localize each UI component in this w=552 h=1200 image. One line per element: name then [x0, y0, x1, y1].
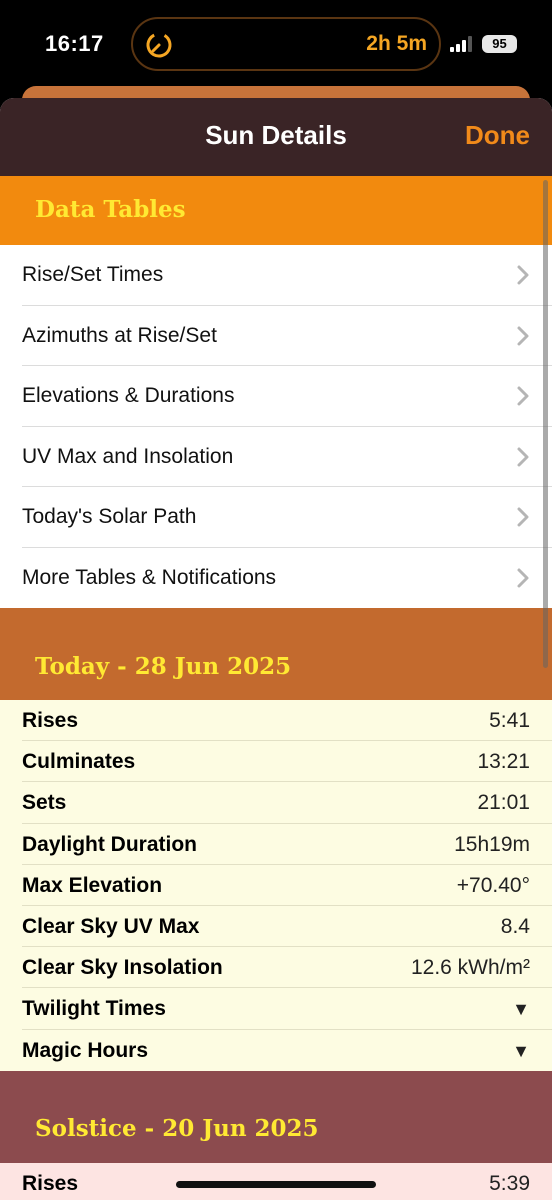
data-key: Daylight Duration: [22, 832, 198, 856]
data-value: 12.6 kWh/m²: [410, 956, 530, 980]
status-time: 16:17: [45, 31, 104, 56]
data-value: +70.40°: [456, 873, 530, 897]
row-rise-set-times[interactable]: Rise/Set Times: [0, 245, 552, 306]
done-button[interactable]: Done: [465, 120, 530, 151]
expand-triangle-icon: ▼: [512, 1040, 530, 1061]
data-row-magic-hours[interactable]: Magic Hours ▼: [0, 1030, 552, 1071]
home-indicator[interactable]: [176, 1181, 376, 1188]
data-row-sets: Sets 21:01: [0, 782, 552, 824]
data-value: 8.4: [500, 914, 530, 938]
chevron-right-icon: [517, 386, 529, 406]
row-elevations-durations[interactable]: Elevations & Durations: [0, 366, 552, 427]
battery-level: 95: [492, 36, 507, 51]
timer-remaining: 2h 5m: [366, 32, 427, 55]
dynamic-island-timer[interactable]: 2h 5m: [131, 17, 441, 71]
data-row-daylight-duration: Daylight Duration 15h19m: [0, 824, 552, 865]
chevron-right-icon: [517, 447, 529, 466]
data-value: 5:39: [489, 1171, 530, 1195]
row-label: Rise/Set Times: [22, 263, 164, 286]
data-key: Max Elevation: [22, 873, 163, 897]
row-label: UV Max and Insolation: [22, 444, 234, 468]
data-row-insolation: Clear Sky Insolation 12.6 kWh/m²: [0, 947, 552, 989]
row-more-tables[interactable]: More Tables & Notifications: [0, 548, 552, 609]
chevron-right-icon: [517, 265, 529, 285]
data-value: 21:01: [477, 791, 530, 815]
data-key: Rises: [22, 1171, 79, 1195]
data-value: 15h19m: [454, 832, 530, 856]
scroll-indicator[interactable]: [543, 180, 548, 668]
cellular-signal-icon: [450, 36, 472, 52]
expand-triangle-icon: ▼: [512, 999, 530, 1020]
row-uv-max-insolation[interactable]: UV Max and Insolation: [0, 427, 552, 487]
data-key: Clear Sky UV Max: [22, 914, 200, 938]
section-title: Data Tables: [35, 196, 186, 223]
section-header-today: Today - 28 Jun 2025: [0, 608, 552, 700]
data-row-culminates: Culminates 13:21: [0, 741, 552, 783]
status-bar: 16:17 2h 5m 95: [0, 0, 552, 92]
chevron-right-icon: [517, 326, 529, 345]
data-tables-list: Rise/Set Times Azimuths at Rise/Set Elev…: [0, 245, 552, 608]
row-label: More Tables & Notifications: [22, 565, 277, 589]
section-header-solstice: Solstice - 20 Jun 2025: [0, 1070, 552, 1163]
battery-icon: 95: [482, 35, 517, 53]
scroll-content[interactable]: Data Tables Rise/Set Times Azimuths at R…: [0, 176, 552, 1200]
today-data-list: Rises 5:41 Culminates 13:21 Sets 21:01 D…: [0, 700, 552, 1071]
section-header-data-tables: Data Tables: [0, 176, 552, 245]
data-row-rises: Rises 5:41: [0, 700, 552, 742]
data-row-twilight-times[interactable]: Twilight Times ▼: [0, 988, 552, 1030]
timer-icon: [146, 32, 172, 58]
section-title: Solstice - 20 Jun 2025: [35, 1114, 319, 1142]
navigation-bar: Sun Details Done: [0, 98, 552, 176]
data-key: Culminates: [22, 750, 136, 774]
row-label: Elevations & Durations: [22, 384, 235, 407]
data-row-uv-max: Clear Sky UV Max 8.4: [0, 906, 552, 948]
data-key: Magic Hours: [22, 1038, 149, 1062]
section-title: Today - 28 Jun 2025: [35, 653, 292, 680]
chevron-right-icon: [517, 507, 529, 527]
row-label: Azimuths at Rise/Set: [22, 323, 217, 347]
data-key: Clear Sky Insolation: [22, 956, 223, 980]
data-value: 13:21: [477, 750, 530, 774]
chevron-right-icon: [517, 568, 529, 587]
data-key: Sets: [22, 791, 67, 815]
sun-details-sheet: Sun Details Done Data Tables Rise/Set Ti…: [0, 98, 552, 1200]
data-key: Rises: [22, 709, 79, 732]
row-azimuths[interactable]: Azimuths at Rise/Set: [0, 306, 552, 366]
data-row-max-elevation: Max Elevation +70.40°: [0, 865, 552, 906]
data-key: Twilight Times: [22, 997, 166, 1021]
row-label: Today's Solar Path: [22, 505, 197, 528]
row-solar-path[interactable]: Today's Solar Path: [0, 487, 552, 548]
data-value: 5:41: [489, 709, 530, 732]
